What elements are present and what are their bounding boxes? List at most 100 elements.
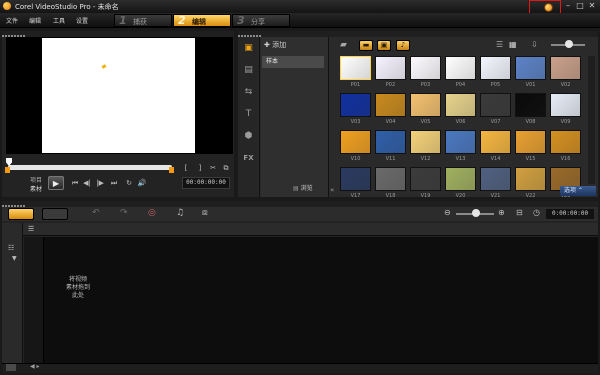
title-icon[interactable]: T bbox=[242, 108, 255, 120]
show-audio-filter[interactable]: ♪ bbox=[396, 40, 410, 51]
category-sample[interactable]: 样本 bbox=[262, 56, 324, 68]
media-thumbnail[interactable] bbox=[445, 167, 476, 191]
tab-share[interactable]: 3 分享 bbox=[232, 14, 290, 27]
media-thumbnail[interactable] bbox=[515, 167, 546, 191]
filter-icon[interactable]: FX bbox=[242, 152, 255, 164]
thumbnail-caption: V03 bbox=[350, 119, 361, 125]
help-globe-icon[interactable] bbox=[544, 3, 553, 12]
thumbnail-size-knob[interactable] bbox=[565, 40, 573, 48]
menu-file[interactable]: 文件 bbox=[6, 16, 18, 25]
clock-icon: ◷ bbox=[533, 208, 540, 217]
media-thumbnail[interactable] bbox=[340, 167, 371, 191]
media-thumbnail[interactable] bbox=[480, 93, 511, 117]
storyboard-view-button[interactable] bbox=[8, 208, 34, 220]
scrub-bar[interactable] bbox=[8, 165, 172, 170]
project-mode-label[interactable]: 项目 bbox=[30, 175, 42, 184]
zoom-in-icon[interactable]: ⊕ bbox=[498, 208, 505, 217]
media-thumbnail[interactable] bbox=[515, 56, 546, 80]
home-button[interactable]: ⏮ bbox=[70, 178, 80, 188]
mark-out-button[interactable]: ] bbox=[195, 163, 205, 173]
menu-tools[interactable]: 工具 bbox=[53, 16, 65, 25]
media-thumbnail[interactable] bbox=[375, 167, 406, 191]
folder-icon[interactable]: ▰ bbox=[340, 40, 347, 50]
media-thumbnail[interactable] bbox=[550, 56, 581, 80]
media-thumbnail[interactable] bbox=[550, 93, 581, 117]
media-thumbnail[interactable] bbox=[550, 130, 581, 154]
media-thumbnail[interactable] bbox=[445, 56, 476, 80]
library-scrollbar[interactable] bbox=[588, 56, 595, 184]
tab-capture[interactable]: 1 捕获 bbox=[114, 14, 172, 27]
media-thumbnail[interactable] bbox=[480, 167, 511, 191]
zoom-out-icon[interactable]: ⊖ bbox=[444, 208, 451, 217]
media-thumbnail[interactable] bbox=[515, 93, 546, 117]
volume-button[interactable]: 🔊 bbox=[137, 178, 147, 188]
timeline-view-button[interactable] bbox=[42, 208, 68, 220]
storyboard-drop-area[interactable] bbox=[44, 237, 598, 363]
media-thumbnail[interactable] bbox=[340, 93, 371, 117]
previous-frame-button[interactable]: ◀| bbox=[82, 178, 92, 188]
show-video-filter[interactable]: ▬ bbox=[359, 40, 373, 51]
browse-button[interactable]: ▤ 浏览 bbox=[293, 183, 313, 192]
media-icon[interactable]: ▣ bbox=[242, 42, 255, 54]
mark-in-button[interactable]: [ bbox=[181, 163, 191, 173]
list-view-icon[interactable]: ☰ bbox=[496, 40, 503, 49]
copy-button[interactable]: ⧉ bbox=[221, 163, 231, 173]
collapse-library-button[interactable]: « bbox=[330, 186, 334, 194]
preview-canvas bbox=[42, 38, 195, 153]
next-frame-button[interactable]: |▶ bbox=[95, 178, 105, 188]
chevron-down-icon[interactable]: ▼ bbox=[12, 255, 17, 262]
redo-icon[interactable]: ↷ bbox=[120, 208, 128, 218]
trim-end-marker[interactable] bbox=[169, 167, 174, 173]
browse-label: 浏览 bbox=[300, 185, 313, 192]
media-thumbnail[interactable] bbox=[445, 130, 476, 154]
cut-clip-button[interactable]: ✂ bbox=[208, 163, 218, 173]
play-button[interactable]: ▶ bbox=[48, 176, 64, 190]
end-button[interactable]: ⏭ bbox=[109, 178, 119, 188]
track-manager-icon[interactable]: ☰ bbox=[28, 225, 34, 233]
show-photo-filter[interactable]: ▣ bbox=[377, 40, 391, 51]
fit-project-icon[interactable]: ⊟ bbox=[516, 208, 523, 217]
scroll-left-icon[interactable] bbox=[6, 364, 16, 371]
thumbnail-caption: V18 bbox=[385, 193, 396, 199]
video-track-icon[interactable]: ☷ bbox=[8, 244, 14, 252]
media-thumbnail[interactable] bbox=[375, 93, 406, 117]
graphics-icon[interactable]: ⬢ bbox=[242, 130, 255, 142]
media-thumbnail[interactable] bbox=[375, 130, 406, 154]
media-thumbnail[interactable] bbox=[410, 130, 441, 154]
media-thumbnail[interactable] bbox=[340, 56, 371, 80]
scroll-arrows[interactable]: ◀ ▸ bbox=[30, 363, 40, 370]
media-thumbnail[interactable] bbox=[410, 167, 441, 191]
timeline-scrollbar[interactable] bbox=[2, 363, 598, 373]
menu-settings[interactable]: 设置 bbox=[76, 16, 88, 25]
instant-project-icon[interactable]: ▤ bbox=[242, 64, 255, 76]
timeline-zoom-knob[interactable] bbox=[472, 209, 480, 217]
media-thumbnail[interactable] bbox=[480, 130, 511, 154]
media-thumbnail[interactable] bbox=[445, 93, 476, 117]
maximize-button[interactable]: □ bbox=[575, 1, 585, 11]
minimize-button[interactable]: – bbox=[563, 1, 573, 11]
media-thumbnail[interactable] bbox=[375, 56, 406, 80]
thumbnail-caption: V17 bbox=[350, 193, 361, 199]
menu-bar bbox=[0, 13, 600, 28]
options-button[interactable]: 选项 ⌃ bbox=[560, 186, 596, 196]
add-folder-button[interactable]: ✚ 添加 bbox=[264, 40, 286, 50]
media-thumbnail[interactable] bbox=[515, 130, 546, 154]
menu-edit[interactable]: 编辑 bbox=[29, 16, 41, 25]
media-thumbnail[interactable] bbox=[480, 56, 511, 80]
preview-timecode[interactable]: 00:00:00:00 bbox=[182, 177, 230, 189]
transition-icon[interactable]: ⇆ bbox=[242, 86, 255, 98]
trim-start-marker[interactable] bbox=[5, 167, 10, 173]
sound-mixer-icon[interactable]: ♫ bbox=[176, 208, 184, 218]
close-button[interactable]: ✕ bbox=[587, 1, 597, 11]
record-capture-icon[interactable]: ◎ bbox=[148, 208, 156, 218]
clip-mode-label[interactable]: 素材 bbox=[30, 184, 42, 193]
undo-icon[interactable]: ↶ bbox=[92, 208, 100, 218]
repeat-button[interactable]: ↻ bbox=[124, 178, 134, 188]
sort-icon[interactable]: ⇩ bbox=[531, 40, 538, 49]
media-thumbnail[interactable] bbox=[410, 56, 441, 80]
tab-edit[interactable]: 2 编辑 bbox=[173, 14, 231, 27]
media-thumbnail[interactable] bbox=[340, 130, 371, 154]
grid-view-icon[interactable]: ▦ bbox=[509, 40, 517, 49]
media-thumbnail[interactable] bbox=[410, 93, 441, 117]
auto-music-icon[interactable]: ⧈ bbox=[202, 208, 208, 218]
